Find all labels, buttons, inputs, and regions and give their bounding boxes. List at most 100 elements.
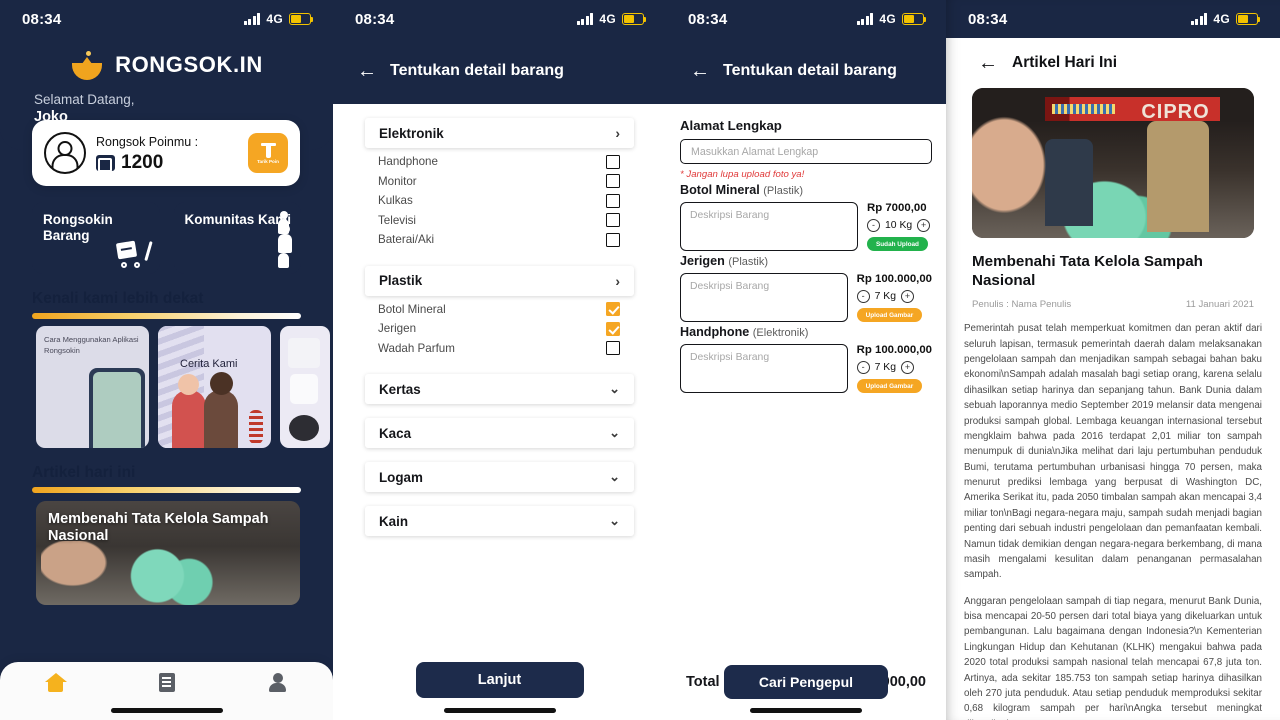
network-label: 4G [599,12,616,26]
back-button[interactable]: ← [357,61,377,81]
app-header: ← Tentukan detail barang [333,38,666,104]
about-card-title: Cara Menggunakan Aplikasi Rongsokin [44,335,139,355]
featured-article-card[interactable]: Membenahi Tata Kelola Sampah Nasional [36,501,300,605]
checkbox[interactable] [606,193,620,208]
illustration [249,410,263,444]
decrement-button[interactable]: - [856,290,870,303]
status-time: 08:34 [355,10,395,28]
find-collector-button[interactable]: Cari Pengepul [724,665,888,699]
decrement-button[interactable]: - [867,219,880,232]
option-label: Monitor [378,174,417,188]
option-handphone[interactable]: Handphone [365,152,634,172]
accordion-label: Kaca [379,425,412,441]
upload-status-button[interactable]: Sudah Upload [867,237,928,251]
tab-home[interactable] [0,673,111,692]
checkbox[interactable] [606,321,620,336]
checkbox[interactable] [606,213,620,228]
option-baterai-aki[interactable]: Baterai/Aki [365,230,634,250]
accordion-header-kaca[interactable]: Kaca ⌄ [365,418,634,448]
accordion-header-kain[interactable]: Kain ⌄ [365,506,634,536]
status-bar: 08:34 4G [946,0,1280,38]
accordion-header-elektronik[interactable]: Elektronik › [365,118,634,148]
accordion-label: Kertas [379,381,421,397]
signal-icon [243,13,261,25]
item-category: (Plastik) [763,185,803,197]
withdraw-label: Tarik Poin [257,158,279,164]
accordion-options-plastik: Botol Mineral Jerigen Wadah Parfum [365,296,634,361]
total-label: Total [686,674,720,690]
brand-row: RONGSOK.IN [0,50,333,80]
article-body: Pemerintah pusat telah memperkuat komitm… [964,321,1262,720]
desc-placeholder: Deskripsi Barang [690,210,770,221]
about-card-how-to-use[interactable]: Cara Menggunakan Aplikasi Rongsokin [36,326,149,448]
about-card-our-story[interactable]: Cerita Kami [158,326,271,448]
photo-warning: * Jangan lupa upload foto ya! [680,169,805,180]
checkbox[interactable] [606,174,620,189]
section-accent-bar [32,313,301,319]
back-button[interactable]: ← [978,53,998,73]
illustration [172,374,206,448]
item-name: Botol Mineral [680,183,760,197]
accordion-header-plastik[interactable]: Plastik › [365,265,634,296]
tab-profile[interactable] [222,673,333,692]
upload-status-button[interactable]: Upload Gambar [856,379,923,393]
chevron-right-icon: › [615,272,620,289]
item-price: Rp 100.000,00 [856,273,932,285]
about-card-title: Cerita Kami [180,358,238,370]
accordion-header-logam[interactable]: Logam ⌄ [365,462,634,492]
address-input[interactable]: Masukkan Alamat Lengkap [680,139,932,164]
increment-button[interactable]: + [901,290,915,303]
accordion-options-elektronik: Handphone Monitor Kulkas Televisi Batera… [365,148,634,252]
option-kulkas[interactable]: Kulkas [365,191,634,211]
item-category: (Elektronik) [752,327,809,339]
item-description-input[interactable]: Deskripsi Barang [680,202,858,251]
quick-action-komunitas-kami[interactable]: Komunitas Kami [173,202,301,274]
chevron-down-icon: ⌄ [609,381,620,396]
signal-icon [856,13,874,25]
checkbox[interactable] [606,341,620,356]
item-qty-column: Rp 100.000,00 - 7 Kg + Upload Gambar [856,273,932,322]
address-label: Alamat Lengkap [680,118,782,133]
points-value: 1200 [121,151,164,173]
upload-status-button[interactable]: Upload Gambar [856,308,923,322]
increment-button[interactable]: + [901,361,915,374]
illustration [972,115,1057,226]
brand-name: RONGSOK.IN [115,52,263,77]
illustration [1146,121,1209,232]
about-card-third[interactable] [280,326,330,448]
header-title: Artikel Hari Ini [1012,54,1118,71]
checkbox[interactable] [606,154,620,169]
withdraw-points-button[interactable]: Tarik Poin [248,133,288,173]
tab-orders[interactable] [111,673,222,692]
accordion-elektronik: Elektronik › Handphone Monitor Kulkas Te… [365,118,634,252]
item-description-input[interactable]: Deskripsi Barang [680,344,848,393]
accordion-kaca: Kaca ⌄ [365,418,634,448]
continue-button[interactable]: Lanjut [415,662,584,698]
accordion-label: Elektronik [379,125,444,141]
illustration [289,415,319,441]
option-wadah-parfum[interactable]: Wadah Parfum [365,339,634,359]
option-label: Wadah Parfum [378,341,455,355]
back-button[interactable]: ← [690,61,710,81]
item-title: Jerigen (Plastik) [680,254,932,268]
home-screen-panel: 08:34 4G RONGSOK.IN Selamat Datang, Joko [0,0,333,720]
desc-placeholder: Deskripsi Barang [690,352,770,363]
option-monitor[interactable]: Monitor [365,172,634,192]
option-televisi[interactable]: Televisi [365,211,634,231]
checkbox[interactable] [606,302,620,317]
option-botol-mineral[interactable]: Botol Mineral [365,300,634,320]
item-price: Rp 7000,00 [867,202,927,214]
item-description-input[interactable]: Deskripsi Barang [680,273,848,322]
decrement-button[interactable]: - [856,361,870,374]
category-list-body: Elektronik › Handphone Monitor Kulkas Te… [333,104,666,720]
signal-icon [1190,13,1208,25]
increment-button[interactable]: + [917,219,931,232]
points-card[interactable]: Rongsok Poinmu : 1200 Tarik Poin [32,120,300,186]
option-jerigen[interactable]: Jerigen [365,319,634,339]
accordion-header-kertas[interactable]: Kertas ⌄ [365,374,634,404]
weight-stepper: - 7 Kg + [856,290,932,303]
checkbox[interactable] [606,232,620,247]
weight-stepper: - 10 Kg + [867,219,932,232]
battery-icon [902,13,927,25]
quick-action-rongsokin-barang[interactable]: Rongsokin Barang [32,202,160,274]
